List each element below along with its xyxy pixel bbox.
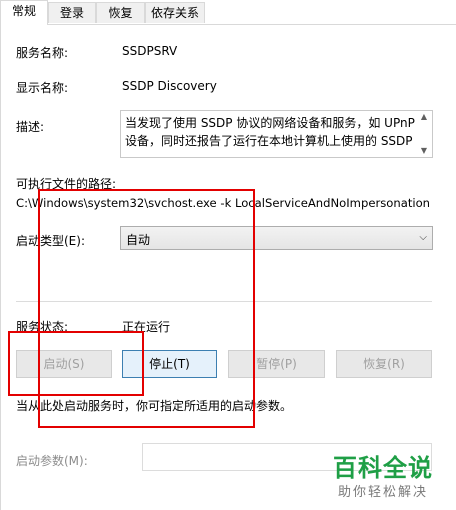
service-name-value: SSDPSRV	[122, 44, 178, 58]
description-label: 描述:	[16, 120, 45, 134]
start-params-label: 启动参数(M):	[16, 454, 88, 468]
tab-dependencies[interactable]: 依存关系	[145, 2, 205, 23]
service-status-label: 服务状态:	[16, 320, 69, 334]
startup-type-value: 自动	[126, 233, 151, 247]
panel-border	[0, 24, 1, 510]
chevron-down-icon[interactable]: ⌵	[419, 232, 427, 243]
start-button[interactable]: 启动(S)	[16, 350, 112, 378]
watermark-subtitle: 助你轻松解决	[338, 485, 429, 500]
tab-bar: 常规 登录 恢复 依存关系	[0, 0, 456, 26]
tab-divider	[0, 24, 456, 25]
startup-type-label: 启动类型(E):	[16, 234, 85, 248]
display-name-label: 显示名称:	[16, 81, 69, 95]
start-params-hint: 当从此处启动服务时，你可指定所适用的启动参数。	[16, 399, 293, 413]
resume-button[interactable]: 恢复(R)	[336, 350, 432, 378]
stop-button[interactable]: 停止(T)	[122, 350, 217, 378]
description-scrollbar[interactable]: ▲ ▼	[416, 111, 432, 157]
tab-logon[interactable]: 登录	[48, 2, 96, 23]
tab-general[interactable]: 常规	[0, 0, 48, 25]
tab-recovery[interactable]: 恢复	[96, 2, 145, 23]
exe-path-value: C:\Windows\system32\svchost.exe -k Local…	[16, 196, 431, 210]
service-status-value: 正在运行	[122, 320, 171, 334]
scroll-up-icon[interactable]: ▲	[419, 113, 429, 121]
description-textbox[interactable]: 当发现了使用 SSDP 协议的网络设备和服务，如 UPnP 设备，同时还报告了运…	[120, 110, 433, 158]
highlight-box-large	[38, 189, 255, 428]
service-name-label: 服务名称:	[16, 46, 69, 60]
startup-type-select[interactable]: 自动 ⌵	[120, 226, 433, 250]
service-properties-dialog: 常规 登录 恢复 依存关系 服务名称: SSDPSRV 显示名称: SSDP D…	[0, 0, 456, 510]
description-text: 当发现了使用 SSDP 协议的网络设备和服务，如 UPnP 设备，同时还报告了运…	[125, 116, 415, 148]
exe-path-label: 可执行文件的路径:	[16, 177, 117, 191]
scroll-down-icon[interactable]: ▼	[419, 147, 429, 155]
separator	[16, 301, 432, 302]
watermark-title: 百科全说	[333, 454, 433, 482]
pause-button[interactable]: 暂停(P)	[228, 350, 325, 378]
display-name-value: SSDP Discovery	[122, 79, 217, 93]
